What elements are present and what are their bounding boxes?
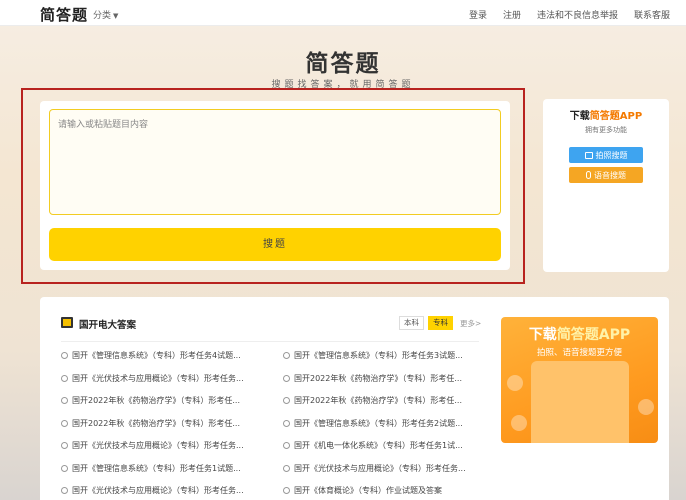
question-icon <box>61 442 68 449</box>
microphone-icon <box>586 171 591 179</box>
question-list-right: 国开《管理信息系统》（专科）形考任务3试题... 国开2022年秋《药物治疗学》… <box>283 350 479 500</box>
list-item[interactable]: 国开《管理信息系统》（专科）形考任务3试题... <box>283 350 479 373</box>
list-item[interactable]: 国开《管理信息系统》（专科）形考任务2试题... <box>283 418 479 441</box>
question-text: 国开2022年秋《药物治疗学》（专科）形考任... <box>72 418 240 428</box>
photo-search-label: 拍照搜题 <box>595 150 628 160</box>
monitor-icon <box>61 317 73 328</box>
question-icon <box>283 374 290 382</box>
question-icon <box>61 352 68 359</box>
hero-title: 简答题 <box>305 51 381 77</box>
question-text: 国开《光伏技术与应用概论》（专科）形考任务... <box>72 486 244 495</box>
list-item[interactable]: 国开《光伏技术与应用概论》（专科）形考任务... <box>61 485 257 500</box>
decoration-circle-icon <box>638 399 654 415</box>
list-item[interactable]: 国开2022年秋《药物治疗学》（专科）形考任... <box>61 418 257 441</box>
category-label: 分类 <box>93 11 112 21</box>
question-text: 国开《光伏技术与应用概论》（专科）形考任务... <box>294 463 466 473</box>
list-item[interactable]: 国开《管理信息系统》（专科）形考任务4试题... <box>61 350 257 373</box>
section-title: 国开电大答案 <box>79 320 137 331</box>
list-item[interactable]: 国开《管理信息系统》（专科）形考任务1试题... <box>61 463 257 486</box>
login-link[interactable]: 登录 <box>469 8 487 21</box>
list-item[interactable]: 国开2022年秋《药物治疗学》（专科）形考任... <box>61 395 257 418</box>
promo-title: 下载简答题APP <box>501 324 658 344</box>
list-item[interactable]: 国开2022年秋《药物治疗学》（专科）形考任... <box>283 395 479 418</box>
question-text: 国开《管理信息系统》（专科）形考任务3试题... <box>294 351 463 360</box>
list-item[interactable]: 国开2022年秋《药物治疗学》（专科）形考任... <box>283 373 479 396</box>
question-text: 国开《光伏技术与应用概论》（专科）形考任务... <box>72 373 244 383</box>
report-link[interactable]: 违法和不良信息举报 <box>537 8 618 21</box>
question-icon <box>283 352 290 359</box>
question-icon <box>61 397 68 404</box>
more-link[interactable]: 更多> <box>460 318 481 329</box>
question-icon <box>283 397 290 404</box>
question-icon <box>283 487 290 494</box>
contact-support-link[interactable]: 联系客服 <box>634 8 670 21</box>
photo-search-button[interactable]: 拍照搜题 <box>569 147 643 163</box>
phone-illustration <box>531 361 629 443</box>
question-icon <box>61 487 68 494</box>
tab-benke[interactable]: 本科 <box>399 316 424 330</box>
question-text: 国开《管理信息系统》（专科）形考任务1试题... <box>72 463 241 473</box>
decoration-circle-icon <box>507 375 523 391</box>
question-text: 国开2022年秋《药物治疗学》（专科）形考任... <box>72 396 240 405</box>
category-dropdown[interactable]: 分类 ▼ <box>93 8 118 21</box>
list-item[interactable]: 国开《光伏技术与应用概论》（专科）形考任务... <box>61 440 257 463</box>
question-list-left: 国开《管理信息系统》（专科）形考任务4试题... 国开《光伏技术与应用概论》（专… <box>61 350 257 500</box>
app-card-title: 下载简答题APP <box>543 107 669 122</box>
voice-search-label: 语音搜题 <box>594 170 626 180</box>
question-text: 国开2022年秋《药物治疗学》（专科）形考任... <box>294 396 462 405</box>
question-text: 国开《机电一体化系统》（专科）形考任务1试... <box>294 441 463 450</box>
question-text: 国开《光伏技术与应用概论》（专科）形考任务... <box>72 441 244 450</box>
list-item[interactable]: 国开《机电一体化系统》（专科）形考任务1试... <box>283 440 479 463</box>
app-title-accent: 简答题APP <box>589 111 643 122</box>
question-text: 国开《体育概论》（专科）作业试题及答案 <box>294 486 442 495</box>
question-text: 国开2022年秋《药物治疗学》（专科）形考任... <box>294 373 462 383</box>
question-icon <box>61 374 68 382</box>
question-icon <box>61 419 68 427</box>
question-icon <box>283 464 290 472</box>
promo-subtitle: 拍照、语音搜题更方便 <box>536 348 622 358</box>
app-title-prefix: 下载 <box>569 111 590 122</box>
question-text: 国开《管理信息系统》（专科）形考任务4试题... <box>72 351 241 360</box>
question-icon <box>283 442 290 449</box>
promo-title-prefix: 下载 <box>528 327 557 343</box>
list-item[interactable]: 国开《光伏技术与应用概论》（专科）形考任务... <box>283 463 479 486</box>
app-promo-banner[interactable]: 下载简答题APP 拍照、语音搜题更方便 <box>501 317 658 443</box>
list-item[interactable]: 国开《体育概论》（专科）作业试题及答案 <box>283 485 479 500</box>
question-icon <box>61 464 68 472</box>
nav-links: 登录 注册 违法和不良信息举报 联系客服 <box>469 8 670 21</box>
caret-down-icon: ▼ <box>113 12 119 20</box>
app-card-subtitle: 拥有更多功能 <box>585 126 627 134</box>
question-text: 国开《管理信息系统》（专科）形考任务2试题... <box>294 418 463 428</box>
highlight-frame <box>21 88 525 284</box>
site-logo[interactable]: 简答题 <box>40 4 88 25</box>
list-item[interactable]: 国开《光伏技术与应用概论》（专科）形考任务... <box>61 373 257 396</box>
divider <box>61 341 479 342</box>
camera-icon <box>584 151 593 159</box>
voice-search-button[interactable]: 语音搜题 <box>569 167 643 183</box>
tab-zhuanke[interactable]: 专科 <box>428 316 453 330</box>
promo-title-accent: 简答题APP <box>556 327 631 343</box>
register-link[interactable]: 注册 <box>503 8 521 21</box>
top-navbar: 简答题 分类 ▼ 登录 注册 违法和不良信息举报 联系客服 <box>0 0 686 26</box>
decoration-circle-icon <box>511 415 527 431</box>
question-icon <box>283 419 290 427</box>
